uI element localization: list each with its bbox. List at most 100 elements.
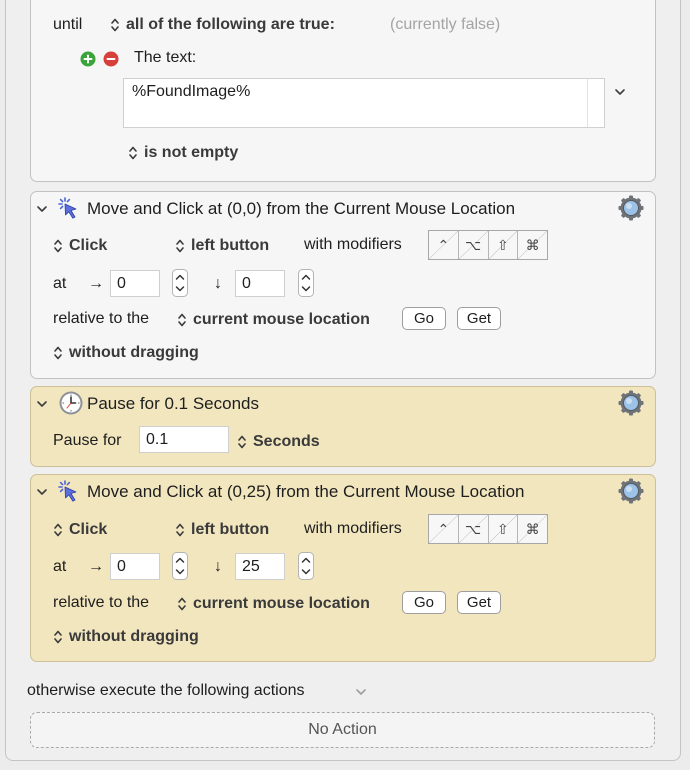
command-key-toggle[interactable]: ⌘ (518, 515, 547, 543)
command-key-toggle[interactable]: ⌘ (518, 231, 547, 259)
up-down-arrows-icon (175, 238, 185, 254)
chevron-down-icon[interactable] (355, 686, 367, 698)
minus-circle-icon[interactable] (103, 51, 119, 67)
option-key-icon: ⌥ (465, 520, 482, 537)
control-key-toggle[interactable]: ⌃ (429, 515, 459, 543)
up-down-arrows-icon (175, 522, 185, 538)
up-down-arrows-icon (177, 596, 187, 612)
down-arrow-icon: ↓ (214, 558, 222, 575)
duration-input[interactable]: 0.1 (139, 426, 229, 453)
text-field-divider (587, 79, 588, 127)
click-type-label: Click (69, 237, 108, 254)
x-coordinate-input[interactable]: 0 (110, 270, 160, 297)
gear-icon[interactable] (618, 195, 644, 221)
shift-key-icon: ⇧ (497, 236, 509, 253)
click-type-selector[interactable]: Click (53, 520, 107, 540)
relative-label: relative to the (53, 594, 150, 611)
text-condition-field[interactable]: %FoundImage% (123, 78, 605, 128)
y-coordinate-value: 25 (242, 558, 260, 575)
drag-mode-label: without dragging (69, 628, 199, 645)
condition-selector[interactable]: all of the following are true: (110, 15, 335, 35)
up-down-arrows-icon (53, 522, 63, 538)
option-key-toggle[interactable]: ⌥ (458, 231, 489, 259)
time-unit-selector[interactable]: Seconds (237, 432, 320, 452)
test-selector[interactable]: is not empty (128, 143, 238, 163)
y-coordinate-input[interactable]: 25 (235, 553, 285, 580)
action-title: Move and Click at (0,0) from the Current… (87, 199, 516, 218)
control-key-icon: ⌃ (437, 520, 450, 537)
mouse-click-icon (57, 196, 81, 220)
get-button[interactable]: Get (457, 307, 501, 330)
text-condition-value: %FoundImage% (132, 83, 251, 100)
test-selector-label: is not empty (144, 144, 239, 161)
right-arrow-icon: → (88, 275, 104, 292)
x-stepper[interactable] (172, 552, 188, 580)
drag-mode-label: without dragging (69, 344, 199, 361)
chevron-down-icon[interactable] (614, 86, 626, 98)
up-down-arrows-icon (110, 17, 120, 33)
modifier-keys: ⌃ ⌥ ⇧ ⌘ (428, 230, 548, 260)
command-key-icon: ⌘ (525, 520, 540, 537)
relative-to-selector[interactable]: current mouse location (177, 310, 370, 330)
x-stepper[interactable] (172, 269, 188, 297)
option-key-icon: ⌥ (465, 236, 482, 253)
mouse-click-icon (57, 479, 81, 503)
gear-icon[interactable] (618, 478, 644, 504)
chevron-down-icon[interactable] (36, 486, 48, 498)
time-unit-label: Seconds (253, 433, 320, 450)
get-button[interactable]: Get (457, 591, 501, 614)
drag-mode-selector[interactable]: without dragging (53, 343, 199, 363)
x-coordinate-value: 0 (117, 275, 126, 292)
modifiers-label: with modifiers (304, 520, 402, 537)
y-stepper[interactable] (298, 269, 314, 297)
chevron-down-icon[interactable] (36, 203, 48, 215)
command-key-icon: ⌘ (525, 236, 540, 253)
condition-selector-label: all of the following are true: (126, 16, 335, 33)
no-action-placeholder[interactable]: No Action (30, 712, 655, 748)
mouse-button-label: left button (191, 521, 270, 538)
condition-status: (currently false) (390, 16, 501, 33)
relative-to-label: current mouse location (193, 311, 370, 328)
until-label: until (53, 16, 83, 33)
relative-to-selector[interactable]: current mouse location (177, 594, 370, 614)
y-stepper[interactable] (298, 552, 314, 580)
mouse-button-selector[interactable]: left button (175, 236, 269, 256)
modifiers-label: with modifiers (304, 236, 402, 253)
x-coordinate-input[interactable]: 0 (110, 553, 160, 580)
chevron-down-icon[interactable] (36, 398, 48, 410)
control-key-toggle[interactable]: ⌃ (429, 231, 459, 259)
go-button[interactable]: Go (402, 591, 446, 614)
x-coordinate-value: 0 (117, 558, 126, 575)
shift-key-toggle[interactable]: ⇧ (488, 515, 519, 543)
drag-mode-selector[interactable]: without dragging (53, 627, 199, 647)
shift-key-toggle[interactable]: ⇧ (488, 231, 519, 259)
otherwise-label: otherwise execute the following actions (27, 682, 305, 699)
pause-label: Pause for (53, 432, 122, 449)
right-arrow-icon: → (88, 558, 104, 575)
at-label: at (53, 558, 67, 575)
click-type-label: Click (69, 521, 108, 538)
no-action-label: No Action (308, 721, 377, 738)
go-button[interactable]: Go (402, 307, 446, 330)
y-coordinate-value: 0 (242, 275, 251, 292)
action-title: Pause for 0.1 Seconds (87, 394, 260, 413)
up-down-arrows-icon (237, 434, 247, 450)
modifier-keys: ⌃ ⌥ ⇧ ⌘ (428, 514, 548, 544)
click-type-selector[interactable]: Click (53, 236, 107, 256)
relative-to-label: current mouse location (193, 595, 370, 612)
duration-value: 0.1 (146, 431, 169, 448)
up-down-arrows-icon (53, 238, 63, 254)
up-down-arrows-icon (53, 345, 63, 361)
control-key-icon: ⌃ (437, 236, 450, 253)
action-title: Move and Click at (0,25) from the Curren… (87, 482, 525, 501)
at-label: at (53, 275, 67, 292)
option-key-toggle[interactable]: ⌥ (458, 515, 489, 543)
mouse-button-selector[interactable]: left button (175, 520, 269, 540)
mouse-button-label: left button (191, 237, 270, 254)
down-arrow-icon: ↓ (214, 275, 222, 292)
relative-label: relative to the (53, 310, 150, 327)
plus-circle-icon[interactable] (80, 51, 96, 67)
y-coordinate-input[interactable]: 0 (235, 270, 285, 297)
gear-icon[interactable] (618, 390, 644, 416)
clock-icon (58, 390, 84, 416)
